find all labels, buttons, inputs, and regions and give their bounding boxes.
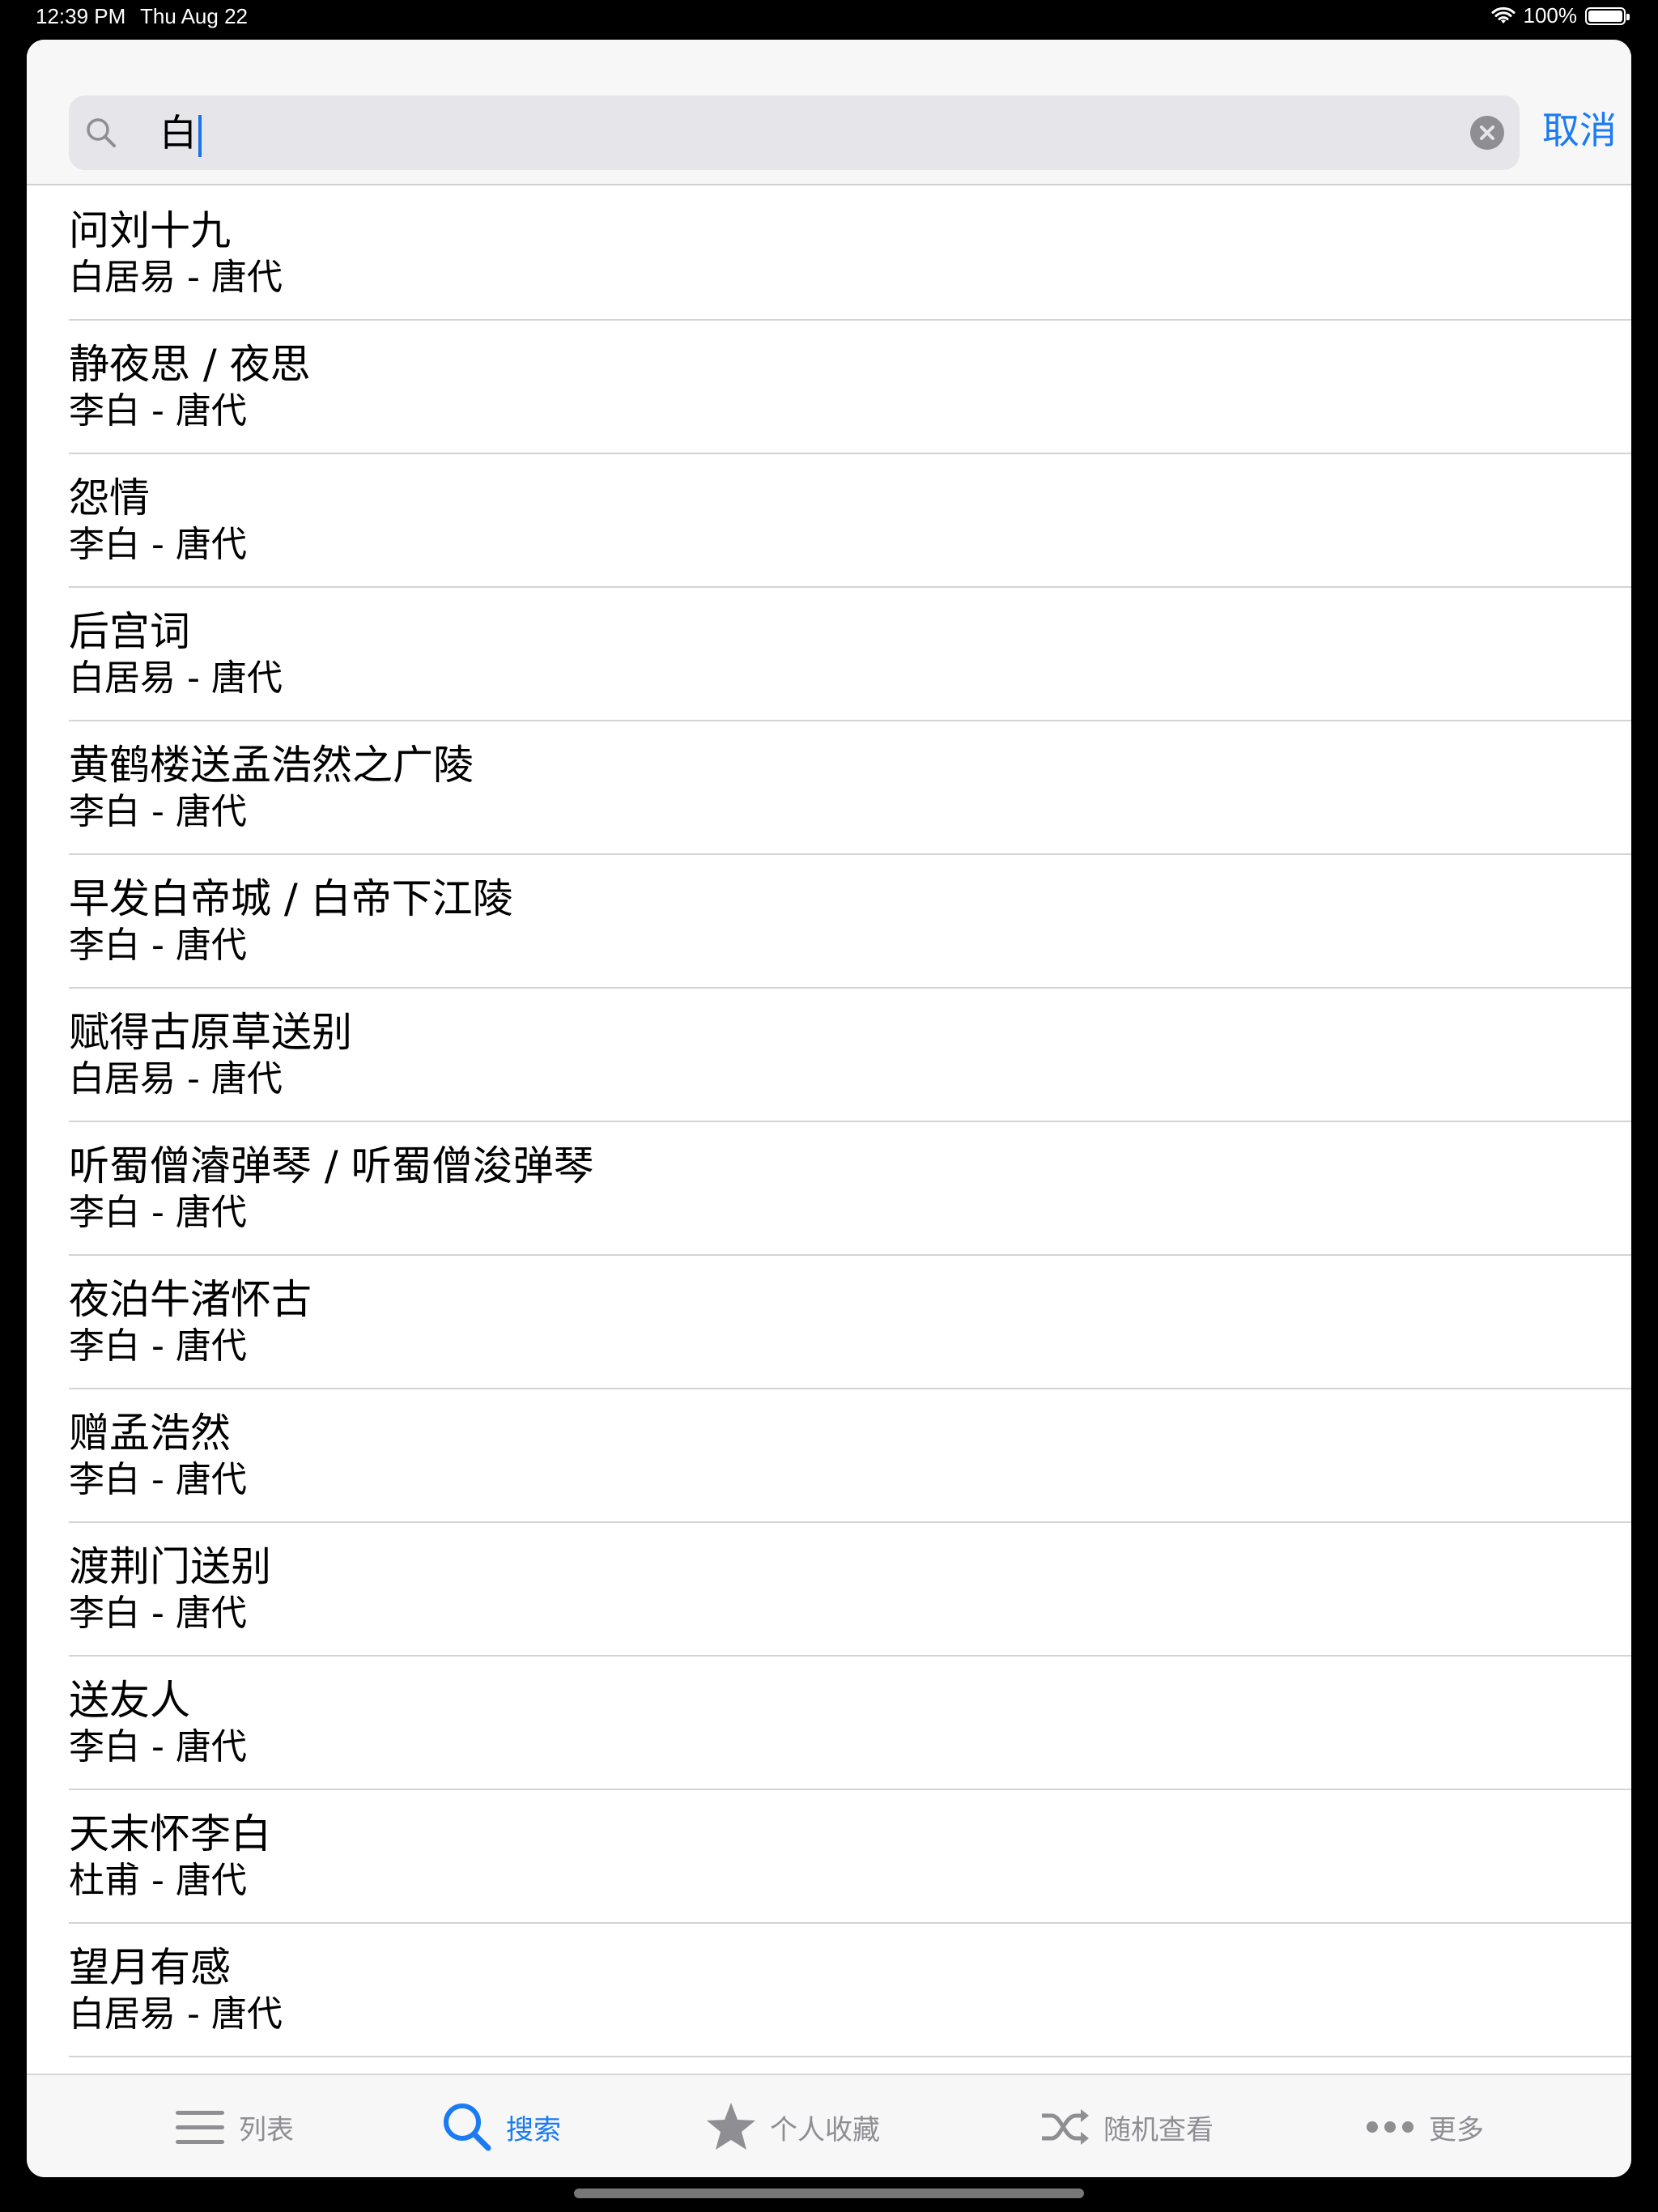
poem-author-dynasty: 白居易 - 唐代 <box>69 657 283 699</box>
tab-favorites[interactable]: 个人收藏 <box>705 2075 880 2177</box>
wifi-icon <box>1491 6 1515 23</box>
shuffle-icon <box>1042 2109 1089 2145</box>
poem-title: 黄鹤楼送孟浩然之广陵 <box>69 742 474 789</box>
battery-percentage: 100% <box>1523 3 1578 28</box>
list-item[interactable]: 赋得古原草送别 白居易 - 唐代 <box>69 989 1631 1122</box>
poem-author-dynasty: 白居易 - 唐代 <box>69 1058 283 1100</box>
tab-list[interactable]: 列表 <box>174 2075 294 2177</box>
poem-author-dynasty: 李白 - 唐代 <box>69 1593 247 1634</box>
search-header: 白 取消 <box>27 40 1631 185</box>
list-item[interactable]: 送友人 李白 - 唐代 <box>69 1657 1631 1790</box>
poem-author-dynasty: 李白 - 唐代 <box>69 791 247 832</box>
poem-title: 赋得古原草送别 <box>69 1009 352 1056</box>
poem-author-dynasty: 李白 - 唐代 <box>69 1459 247 1500</box>
list-item[interactable]: 渡荆门送别 李白 - 唐代 <box>69 1523 1631 1657</box>
poem-title: 送友人 <box>69 1677 190 1724</box>
poem-title: 早发白帝城 / 白帝下江陵 <box>69 875 513 922</box>
poem-title: 望月有感 <box>69 1944 231 1991</box>
list-item[interactable]: 黄鹤楼送孟浩然之广陵 李白 - 唐代 <box>69 721 1631 855</box>
list-item[interactable]: 望月有感 白居易 - 唐代 <box>69 1924 1631 2057</box>
list-item[interactable]: 夜泊牛渚怀古 李白 - 唐代 <box>69 1256 1631 1389</box>
list-item[interactable]: 静夜思 / 夜思 李白 - 唐代 <box>69 321 1631 454</box>
list-icon <box>176 2111 224 2144</box>
more-icon <box>1367 2121 1414 2133</box>
text-caret <box>198 114 202 157</box>
poem-title: 渡荆门送别 <box>69 1543 271 1590</box>
search-icon <box>87 118 116 147</box>
poem-author-dynasty: 李白 - 唐代 <box>69 390 247 432</box>
poem-author-dynasty: 白居易 - 唐代 <box>69 1993 283 2035</box>
poem-title: 怨情 <box>69 474 150 521</box>
poem-author-dynasty: 李白 - 唐代 <box>69 524 247 565</box>
tab-label: 个人收藏 <box>770 2113 880 2146</box>
poem-title: 听蜀僧濬弹琴 / 听蜀僧浚弹琴 <box>69 1142 594 1189</box>
search-input[interactable]: 白 <box>159 107 202 159</box>
poem-title: 天末怀李白 <box>69 1810 271 1857</box>
list-item[interactable]: 问刘十九 白居易 - 唐代 <box>69 187 1631 321</box>
status-time: 12:39 PM <box>36 4 126 28</box>
poem-author-dynasty: 李白 - 唐代 <box>69 1325 247 1367</box>
list-item[interactable]: 赠孟浩然 李白 - 唐代 <box>69 1389 1631 1523</box>
status-right: 100% <box>1491 3 1630 28</box>
search-query: 白 <box>159 111 197 155</box>
poem-title: 问刘十九 <box>69 207 231 254</box>
tab-more[interactable]: 更多 <box>1364 2075 1484 2177</box>
poem-author-dynasty: 白居易 - 唐代 <box>69 257 283 298</box>
search-icon <box>444 2104 491 2151</box>
status-date: Thu Aug 22 <box>140 4 248 28</box>
home-indicator <box>574 2189 1084 2198</box>
poem-author-dynasty: 李白 - 唐代 <box>69 1726 247 1767</box>
poem-author-dynasty: 李白 - 唐代 <box>69 925 247 966</box>
tab-random[interactable]: 随机查看 <box>1039 2075 1214 2177</box>
star-icon <box>707 2103 755 2150</box>
search-sheet: 白 取消 问刘十九 白居易 - 唐代 静夜思 / 夜思 李白 - 唐代 怨情 李白 - 唐… <box>27 40 1631 2177</box>
clear-icon[interactable] <box>1469 115 1505 151</box>
poem-author-dynasty: 李白 - 唐代 <box>69 1192 247 1233</box>
poem-author-dynasty: 杜甫 - 唐代 <box>69 1860 247 1901</box>
cancel-button[interactable]: 取消 <box>1542 104 1617 156</box>
poem-title: 夜泊牛渚怀古 <box>69 1276 312 1323</box>
tab-label: 列表 <box>239 2113 294 2146</box>
poem-title: 后宫词 <box>69 608 190 655</box>
tab-label: 随机查看 <box>1103 2113 1214 2146</box>
result-list: 问刘十九 白居易 - 唐代 静夜思 / 夜思 李白 - 唐代 怨情 李白 - 唐代 后宫词白… <box>27 187 1631 2057</box>
list-item[interactable]: 听蜀僧濬弹琴 / 听蜀僧浚弹琴 李白 - 唐代 <box>69 1122 1631 1256</box>
poem-title: 静夜思 / 夜思 <box>69 341 311 388</box>
list-item[interactable]: 早发白帝城 / 白帝下江陵 李白 - 唐代 <box>69 855 1631 989</box>
search-field[interactable]: 白 <box>69 96 1520 170</box>
list-item[interactable]: 天末怀李白 杜甫 - 唐代 <box>69 1790 1631 1924</box>
tab-label: 搜索 <box>506 2113 561 2146</box>
tab-search[interactable]: 搜索 <box>441 2075 561 2177</box>
tab-label: 更多 <box>1429 2113 1484 2146</box>
tab-bar: 列表 搜索 个人收藏 随机查看 更多 <box>27 2074 1631 2177</box>
poem-title: 赠孟浩然 <box>69 1410 231 1457</box>
list-item[interactable]: 怨情 李白 - 唐代 <box>69 454 1631 588</box>
list-item[interactable]: 后宫词 白居易 - 唐代 <box>69 588 1631 721</box>
status-bar: 12:39 PM Thu Aug 22 100% <box>0 0 1658 36</box>
battery-icon <box>1585 6 1630 25</box>
